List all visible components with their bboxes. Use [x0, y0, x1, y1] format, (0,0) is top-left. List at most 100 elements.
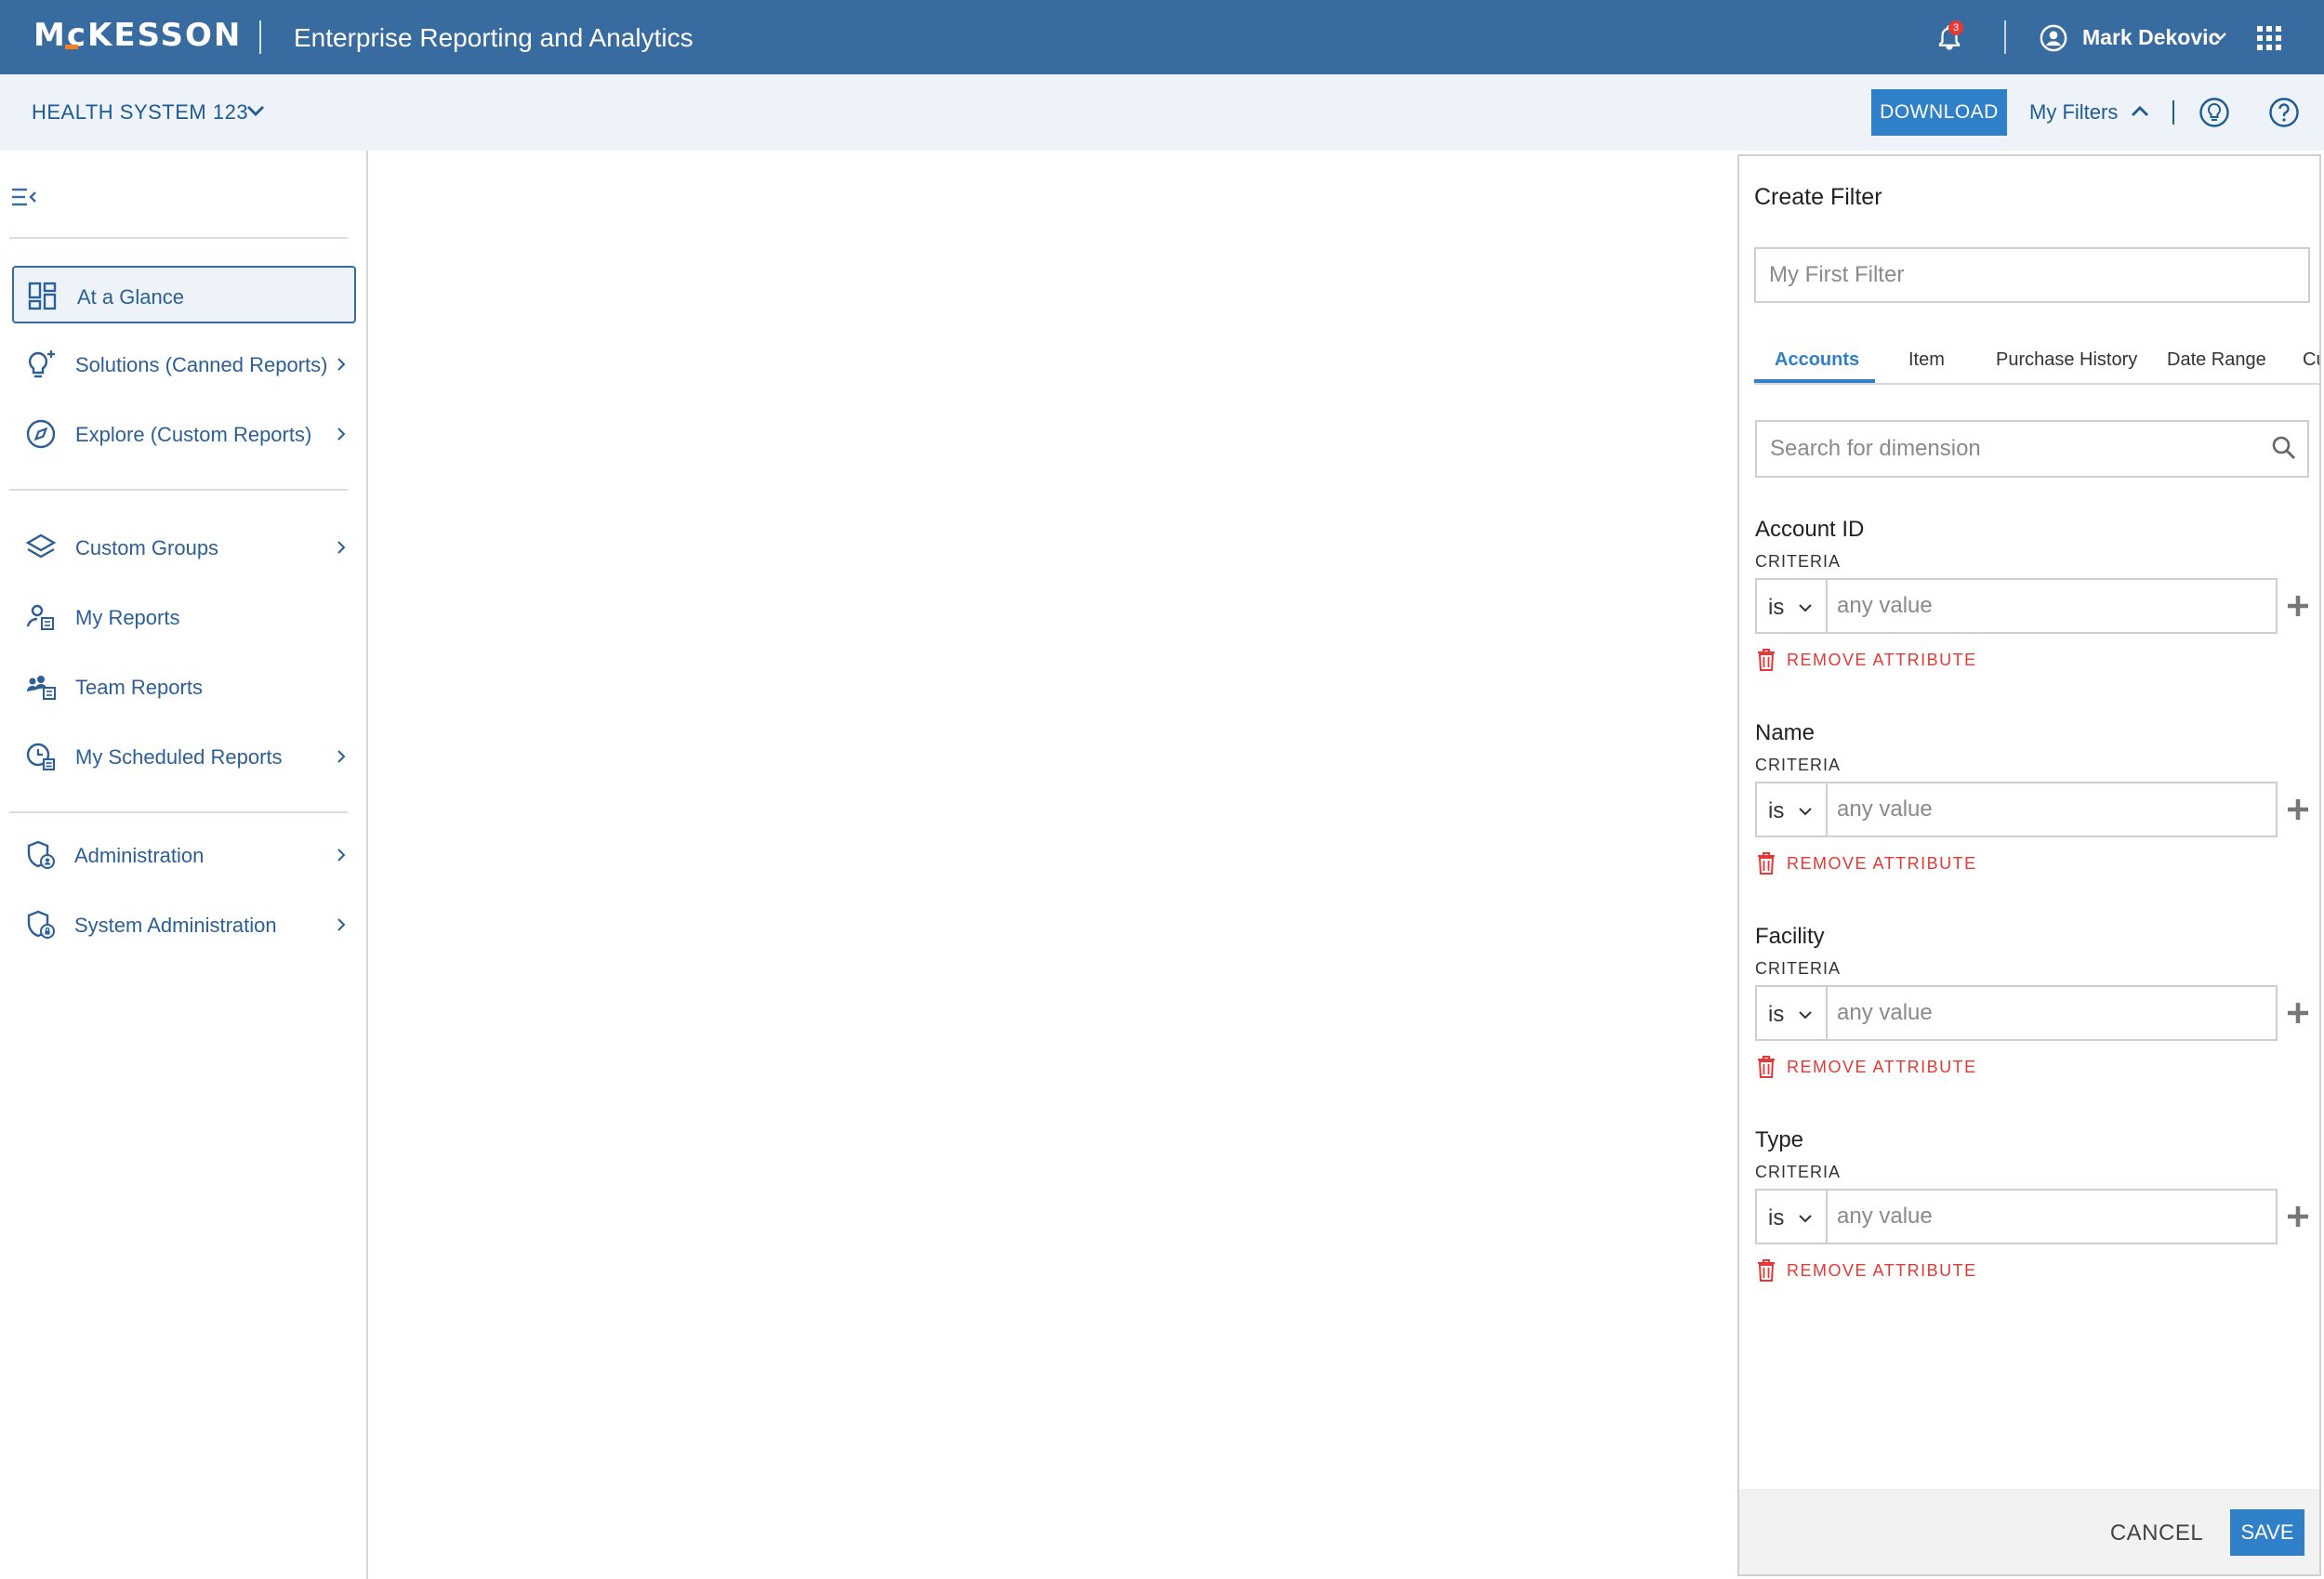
top-bar: McKESSON Enterprise Reporting and Analyt… — [0, 0, 2324, 74]
attribute-name: Name CRITERIA is REMOVE ATTRIBUTE — [1755, 720, 2313, 906]
cancel-button[interactable]: CANCEL — [2106, 1511, 2208, 1556]
trash-icon — [1758, 1259, 1775, 1282]
sidebar-item-label: Explore (Custom Reports) — [75, 423, 312, 446]
remove-attribute-button[interactable]: REMOVE ATTRIBUTE — [1755, 1257, 1978, 1285]
chevron-down-icon — [1799, 808, 1812, 816]
tab-item[interactable]: Item — [1908, 349, 1945, 371]
download-button[interactable]: DOWNLOAD — [1871, 89, 2007, 136]
criteria-value-input[interactable] — [1826, 985, 2278, 1041]
chevron-right-icon — [337, 358, 346, 371]
sidebar-item-solutions[interactable]: Solutions (Canned Reports) — [12, 336, 356, 393]
shield-lock-icon — [27, 910, 55, 939]
chevron-down-icon[interactable] — [2212, 30, 2227, 43]
operator-value: is — [1768, 798, 1785, 823]
save-button[interactable]: SAVE — [2230, 1509, 2304, 1556]
sidebar-item-explore[interactable]: Explore (Custom Reports) — [12, 405, 356, 463]
sidebar-item-system-administration[interactable]: System Administration — [12, 896, 356, 954]
filter-name-input[interactable] — [1754, 247, 2310, 303]
chevron-up-icon[interactable] — [2130, 103, 2150, 118]
tab-purchase-history[interactable]: Purchase History — [1996, 349, 2137, 371]
active-tab-indicator — [1754, 379, 1875, 383]
sidebar-item-label: Team Reports — [75, 676, 203, 699]
shield-user-icon — [27, 840, 55, 869]
sidebar-item-label: My Scheduled Reports — [75, 745, 283, 769]
panel-title: Create Filter — [1754, 184, 1882, 210]
operator-value: is — [1768, 1002, 1785, 1027]
header-divider — [259, 20, 261, 54]
remove-attribute-button[interactable]: REMOVE ATTRIBUTE — [1755, 850, 1978, 878]
sidebar-divider — [9, 811, 348, 813]
add-criteria-icon[interactable] — [2287, 595, 2309, 617]
operator-value: is — [1768, 595, 1785, 620]
search-icon[interactable] — [2271, 435, 2297, 461]
sidebar-item-at-a-glance[interactable]: At a Glance — [12, 266, 356, 323]
sidebar-item-label: System Administration — [74, 914, 277, 937]
compass-icon — [26, 419, 56, 449]
chevron-down-icon — [1799, 1011, 1812, 1020]
attribute-title: Facility — [1755, 924, 1825, 949]
app-title: Enterprise Reporting and Analytics — [294, 23, 693, 52]
sidebar-item-my-scheduled-reports[interactable]: My Scheduled Reports — [12, 728, 356, 785]
tab-date-range[interactable]: Date Range — [2167, 349, 2266, 371]
remove-attribute-label: REMOVE ATTRIBUTE — [1787, 1261, 1977, 1280]
operator-select[interactable]: is — [1755, 578, 1828, 634]
operator-select[interactable]: is — [1755, 985, 1828, 1041]
trash-icon — [1758, 1056, 1775, 1078]
collapse-sidebar-icon[interactable] — [11, 186, 37, 208]
user-name[interactable]: Mark Dekovic — [2082, 25, 2220, 50]
mckesson-logo: McKESSON — [33, 17, 242, 54]
attribute-account-id: Account ID CRITERIA is REMOVE ATTRIBUTE — [1755, 517, 2313, 703]
chevron-down-icon[interactable] — [245, 102, 266, 119]
header-divider-2 — [2004, 20, 2006, 54]
help-icon[interactable] — [2268, 97, 2300, 128]
team-report-icon — [27, 676, 56, 700]
sidebar-item-team-reports[interactable]: Team Reports — [12, 658, 356, 716]
tab-custom[interactable]: Cu — [2303, 349, 2319, 371]
remove-attribute-button[interactable]: REMOVE ATTRIBUTE — [1755, 647, 1978, 675]
chevron-right-icon — [337, 428, 346, 441]
lightbulb-icon[interactable] — [2199, 97, 2230, 128]
remove-attribute-button[interactable]: REMOVE ATTRIBUTE — [1755, 1054, 1978, 1082]
dashboard-icon — [28, 282, 57, 310]
trash-icon — [1758, 649, 1775, 671]
operator-select[interactable]: is — [1755, 1189, 1828, 1244]
layers-icon — [25, 533, 57, 559]
operator-value: is — [1768, 1205, 1785, 1230]
attribute-title: Name — [1755, 720, 1816, 745]
tab-accounts[interactable]: Accounts — [1775, 349, 1859, 371]
sidebar-item-my-reports[interactable]: My Reports — [12, 588, 356, 646]
health-system-selector[interactable]: HEALTH SYSTEM 123 — [32, 100, 248, 125]
dimension-search-input[interactable] — [1755, 420, 2309, 478]
sidebar-divider — [9, 237, 348, 239]
remove-attribute-label: REMOVE ATTRIBUTE — [1787, 1058, 1977, 1076]
sidebar-item-label: My Reports — [75, 606, 180, 629]
criteria-value-input[interactable] — [1826, 578, 2278, 634]
my-filters-toggle[interactable]: My Filters — [2029, 100, 2118, 125]
remove-attribute-label: REMOVE ATTRIBUTE — [1787, 651, 1977, 669]
add-criteria-icon[interactable] — [2287, 1205, 2309, 1228]
sidebar-item-label: Custom Groups — [75, 536, 219, 559]
logo-accent — [65, 45, 78, 49]
sidebar-divider — [9, 489, 348, 491]
sidebar-item-label: Administration — [74, 844, 205, 867]
notification-badge: 3 — [1948, 20, 1963, 35]
criteria-value-input[interactable] — [1826, 782, 2278, 837]
attribute-type: Type CRITERIA is REMOVE ATTRIBUTE — [1755, 1127, 2313, 1313]
sidebar-item-custom-groups[interactable]: Custom Groups — [12, 519, 356, 576]
attribute-facility: Facility CRITERIA is REMOVE ATTRIBUTE — [1755, 924, 2313, 1110]
criteria-value-input[interactable] — [1826, 1189, 2278, 1244]
criteria-label: CRITERIA — [1755, 1163, 1842, 1181]
remove-attribute-label: REMOVE ATTRIBUTE — [1787, 854, 1977, 873]
subheader-divider — [2172, 100, 2174, 125]
user-avatar-icon[interactable] — [2040, 24, 2067, 52]
chevron-right-icon — [337, 750, 346, 763]
operator-select[interactable]: is — [1755, 782, 1828, 837]
add-criteria-icon[interactable] — [2287, 1002, 2309, 1024]
sidebar-item-administration[interactable]: Administration — [12, 826, 356, 884]
app-grid-icon[interactable] — [2257, 26, 2281, 50]
trash-icon — [1758, 852, 1775, 875]
add-criteria-icon[interactable] — [2287, 798, 2309, 821]
attribute-title: Type — [1755, 1127, 1804, 1152]
create-filter-panel: Create Filter Accounts Item Purchase His… — [1737, 154, 2321, 1576]
chevron-down-icon — [1799, 1215, 1812, 1223]
